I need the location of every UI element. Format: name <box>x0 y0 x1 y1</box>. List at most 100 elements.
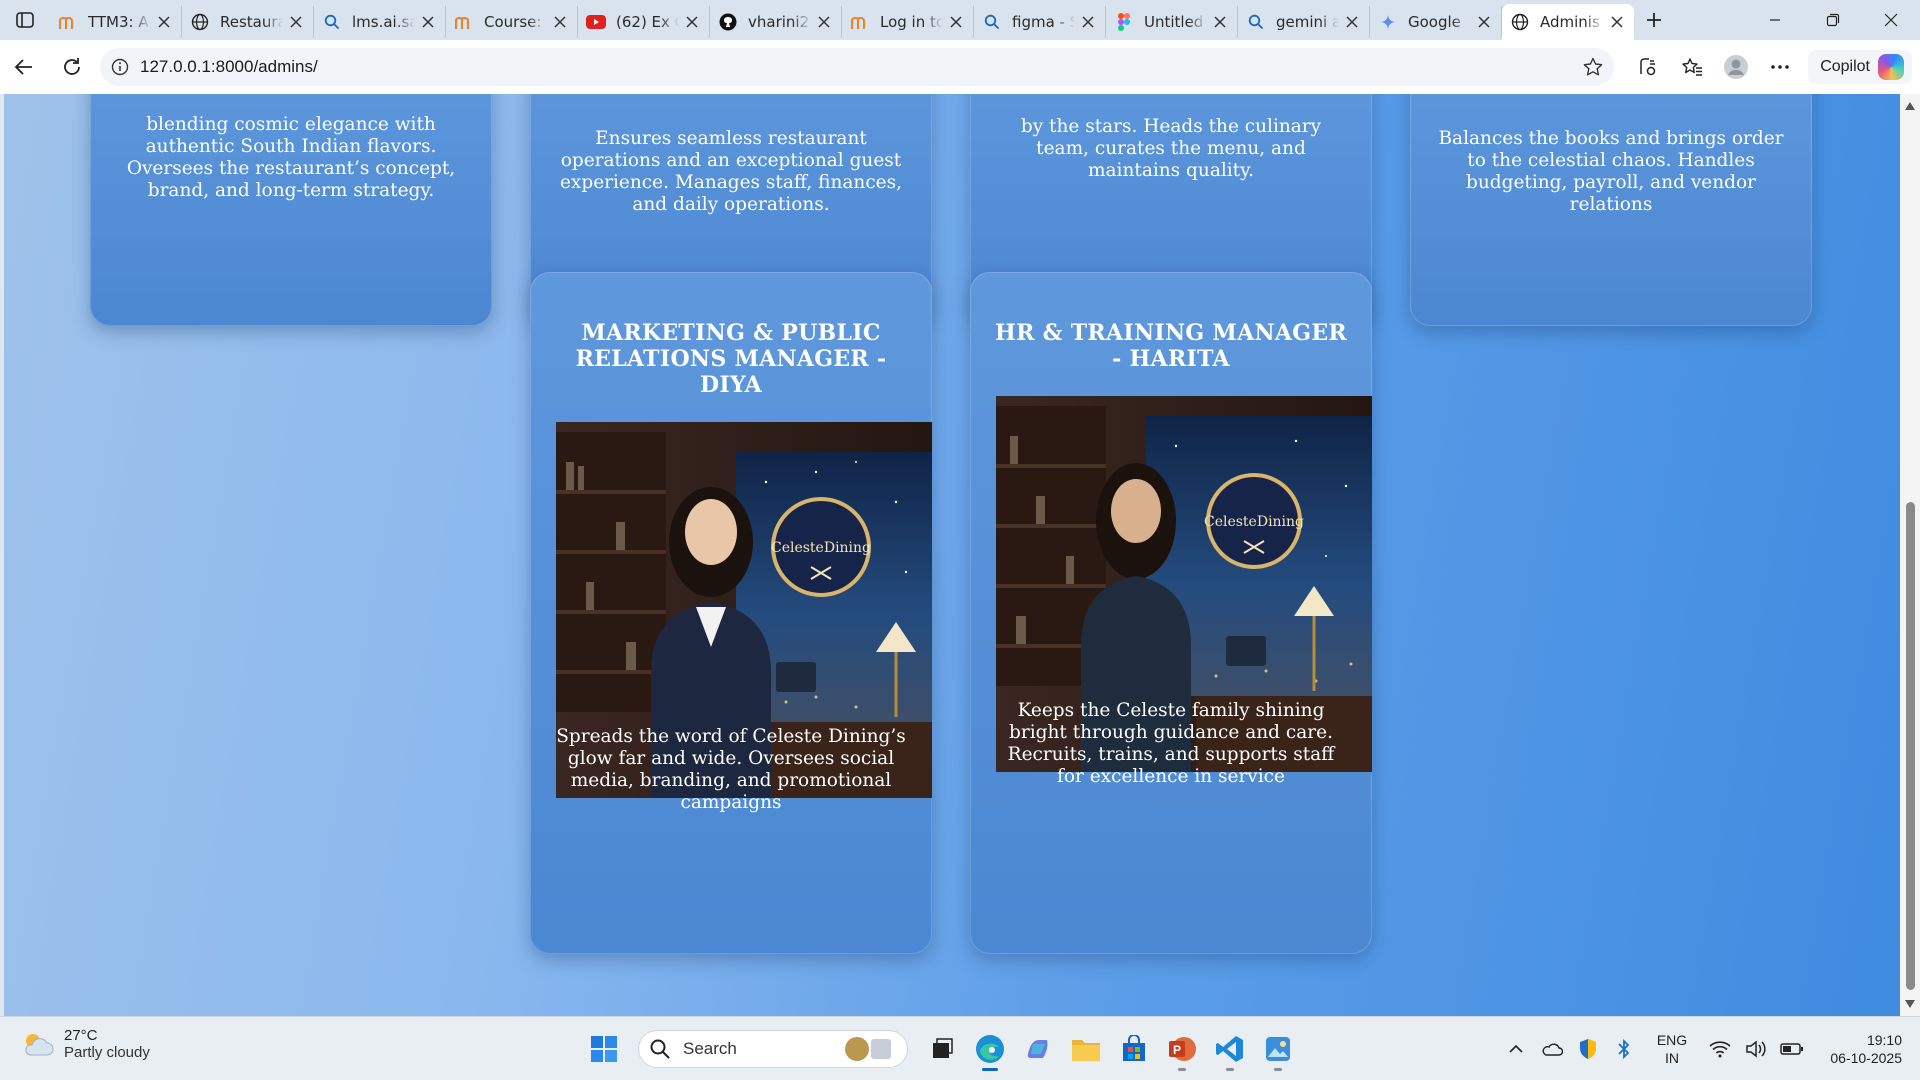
close-tab-icon[interactable] <box>419 13 437 31</box>
browser-tab[interactable]: Google <box>1370 6 1502 38</box>
profile-avatar-icon[interactable] <box>1714 47 1758 87</box>
search-icon <box>982 12 1002 32</box>
tab-title: Course: <box>484 13 542 31</box>
battery-icon[interactable] <box>1774 1029 1810 1069</box>
close-tab-icon[interactable] <box>1343 13 1361 31</box>
card-description: Keeps the Celeste family shining bright … <box>1007 700 1335 787</box>
browser-toolbar: Copilot <box>1626 40 1920 94</box>
scroll-down-icon[interactable] <box>1904 998 1916 1010</box>
tab-title: figma - S <box>1012 13 1075 31</box>
volume-icon[interactable] <box>1738 1029 1774 1069</box>
taskbar-search[interactable]: Search <box>638 1030 908 1068</box>
browser-tab[interactable]: Course: <box>446 6 578 38</box>
admin-card: blending cosmic elegance with authentic … <box>90 94 492 326</box>
task-view-icon[interactable] <box>918 1027 966 1071</box>
tab-title: Adminis <box>1540 13 1600 31</box>
weather-widget[interactable]: 27°C Partly cloudy <box>20 1027 150 1061</box>
vscode-icon[interactable] <box>1206 1027 1254 1071</box>
minimize-icon[interactable] <box>1746 0 1804 40</box>
browser-tab[interactable]: TTM3: A <box>50 6 182 38</box>
svg-text:P: P <box>1173 1043 1181 1057</box>
system-tray: ENG IN 19:10 06-10-2025 <box>1498 1017 1920 1080</box>
back-icon[interactable] <box>4 47 44 87</box>
address-bar[interactable]: 127.0.0.1:8000/admins/ <box>100 48 1614 86</box>
read-aloud-icon[interactable] <box>1626 47 1670 87</box>
scroll-up-icon[interactable] <box>1904 100 1916 112</box>
browser-tab[interactable]: vharini24 <box>710 6 842 38</box>
browser-tab[interactable]: Restaura <box>182 6 314 38</box>
card-title: HR & TRAINING MANAGER - HARITA <box>995 320 1347 372</box>
active-indicator <box>982 1068 998 1071</box>
security-icon[interactable] <box>1570 1029 1606 1069</box>
favorites-icon[interactable] <box>1670 47 1714 87</box>
close-tab-icon[interactable] <box>1211 13 1229 31</box>
close-tab-icon[interactable] <box>815 13 833 31</box>
favorite-star-icon[interactable] <box>1582 56 1604 78</box>
scrollbar-thumb[interactable] <box>1906 502 1915 990</box>
close-tab-icon[interactable] <box>683 13 701 31</box>
page-scrollbar[interactable] <box>1900 94 1920 1016</box>
show-hidden-icons-icon[interactable] <box>1498 1029 1534 1069</box>
search-icon <box>650 1039 670 1059</box>
running-indicator <box>1226 1068 1234 1071</box>
search-icon <box>1246 12 1266 32</box>
card-description: blending cosmic elegance with authentic … <box>126 114 456 201</box>
browser-tab[interactable]: gemini a <box>1238 6 1370 38</box>
close-tab-icon[interactable] <box>947 13 965 31</box>
tab-title: (62) Ex C <box>616 13 679 31</box>
browser-tab[interactable]: Untitled <box>1106 6 1238 38</box>
browser-tab[interactable]: Adminis <box>1502 4 1634 40</box>
github-icon <box>718 12 738 32</box>
search-icon <box>322 12 342 32</box>
copilot-button[interactable]: Copilot <box>1808 50 1912 84</box>
file-explorer-icon[interactable] <box>1062 1027 1110 1071</box>
new-tab-button[interactable] <box>1634 0 1674 40</box>
system-clock[interactable]: 19:10 06-10-2025 <box>1810 1031 1920 1067</box>
bluetooth-icon[interactable] <box>1606 1029 1642 1069</box>
admin-card-hr: HR & TRAINING MANAGER - HARITA CelesteDi… <box>970 272 1372 954</box>
logo-text: CelesteDining <box>771 540 871 556</box>
browser-tab[interactable]: (62) Ex C <box>578 6 710 38</box>
close-tab-icon[interactable] <box>155 13 173 31</box>
admin-card-marketing: MARKETING & PUBLIC RELATIONS MANAGER - D… <box>530 272 932 954</box>
browser-tab[interactable]: figma - S <box>974 6 1106 38</box>
close-tab-icon[interactable] <box>1608 13 1626 31</box>
refresh-icon[interactable] <box>52 47 92 87</box>
search-highlight-icon <box>845 1037 891 1061</box>
restore-icon[interactable] <box>1804 0 1862 40</box>
site-info-icon[interactable] <box>100 58 140 76</box>
partly-cloudy-icon <box>25 1034 54 1056</box>
close-tab-icon[interactable] <box>287 13 305 31</box>
photos-app-icon[interactable] <box>1254 1027 1302 1071</box>
globe-icon <box>190 12 210 32</box>
close-tab-icon[interactable] <box>1475 13 1493 31</box>
clock-date: 06-10-2025 <box>1830 1050 1902 1066</box>
running-indicator <box>1274 1068 1282 1071</box>
card-title: MARKETING & PUBLIC RELATIONS MANAGER - D… <box>575 320 887 398</box>
admin-card: Balances the books and brings order to t… <box>1410 94 1812 326</box>
close-window-icon[interactable] <box>1862 0 1920 40</box>
wifi-icon[interactable] <box>1702 1029 1738 1069</box>
tab-actions-menu-icon[interactable] <box>0 0 50 40</box>
card-description: Balances the books and brings order to t… <box>1438 128 1784 215</box>
browser-tab[interactable]: lms.ai.sa <box>314 6 446 38</box>
language-indicator[interactable]: ENG IN <box>1642 1031 1702 1067</box>
browser-tab[interactable]: Log in tc <box>842 6 974 38</box>
tab-title: Untitled <box>1144 13 1204 31</box>
page-content: blending cosmic elegance with authentic … <box>4 94 1900 1016</box>
start-icon[interactable] <box>580 1027 628 1071</box>
copilot-app-icon[interactable] <box>1014 1027 1062 1071</box>
gemini-icon <box>1378 12 1398 32</box>
tab-title: lms.ai.sa <box>352 13 415 31</box>
taskbar: 27°C Partly cloudy Search P ENG IN 19:10… <box>0 1016 1920 1080</box>
close-tab-icon[interactable] <box>1079 13 1097 31</box>
more-options-icon[interactable] <box>1758 47 1802 87</box>
powerpoint-icon[interactable]: P <box>1158 1027 1206 1071</box>
edge-browser-icon[interactable] <box>966 1027 1014 1071</box>
moodle-icon <box>850 12 870 32</box>
microsoft-store-icon[interactable] <box>1110 1027 1158 1071</box>
youtube-icon <box>586 12 606 32</box>
onedrive-icon[interactable] <box>1534 1029 1570 1069</box>
close-tab-icon[interactable] <box>551 13 569 31</box>
copilot-icon <box>1878 54 1904 80</box>
